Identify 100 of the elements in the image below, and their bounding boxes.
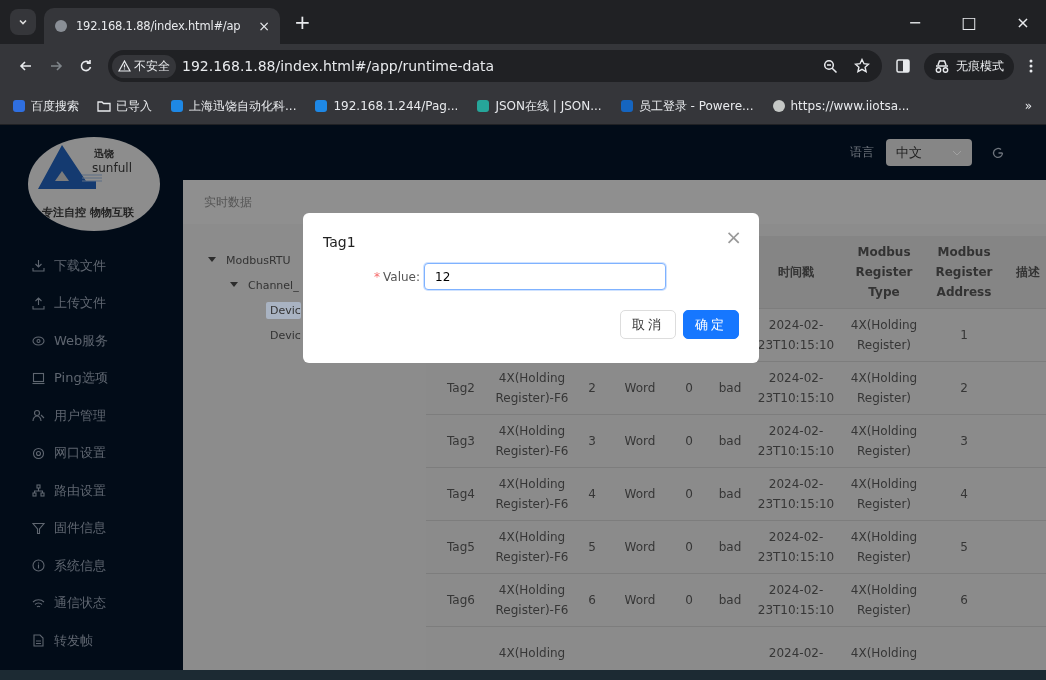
table-cell-text: 2	[587, 380, 597, 397]
table-cell-text: Word	[623, 592, 657, 609]
chevron-down-icon	[18, 17, 28, 27]
table-cell-text: 6	[959, 592, 969, 609]
tree-node[interactable]: ModbusRTU	[222, 251, 291, 269]
menu-item-icon	[32, 259, 45, 273]
table-cell-text: bad	[717, 592, 743, 609]
tree-node[interactable]: Devic	[266, 301, 301, 319]
bookmark-link[interactable]: https://www.iiotsa...	[771, 99, 910, 113]
sidebar-item[interactable]: 系统信息	[0, 547, 183, 585]
menu-item-icon	[32, 446, 45, 460]
bookmark-link[interactable]: 百度搜索	[12, 97, 79, 115]
close-tab-button[interactable]: ×	[258, 18, 270, 34]
cancel-button[interactable]: 取消	[620, 310, 676, 339]
table-cell-text: Tag6	[446, 592, 476, 609]
sidebar-item[interactable]: 固件信息	[0, 509, 183, 547]
tab-search-button[interactable]	[10, 9, 36, 35]
column-header[interactable]: 描述	[998, 262, 1046, 282]
window-control-button[interactable]: □	[946, 12, 992, 32]
bookmark-link[interactable]: 上海迅饶自动化科...	[170, 97, 297, 115]
chevron-down-icon	[952, 149, 962, 156]
bookmark-link[interactable]: JSON在线 | JSON...	[476, 97, 602, 115]
sidebar-item[interactable]: 网口设置	[0, 434, 183, 472]
table-cell-text: Word	[623, 486, 657, 503]
table-cell-text: 4X(Holding Register)-F6	[494, 423, 570, 460]
caret-down-icon[interactable]	[230, 282, 238, 288]
bookmark-link[interactable]: 员工登录 - Powere...	[619, 97, 754, 115]
refresh-icon[interactable]	[992, 146, 1004, 159]
confirm-button[interactable]: 确定	[683, 310, 739, 339]
bookmark-link[interactable]: 192.168.1.244/Pag...	[314, 99, 459, 113]
table-cell-text: 4X(Holding Register)	[849, 476, 919, 513]
reload-icon[interactable]	[78, 58, 94, 74]
sidebar-item[interactable]: Web服务	[0, 322, 183, 360]
more-bookmarks-button[interactable]: »	[1024, 99, 1032, 113]
value-input[interactable]: 12	[424, 263, 666, 290]
table-cell-text: 4X(Holding Register)	[849, 423, 919, 460]
field-label: Value:	[383, 269, 420, 284]
menu-item-icon	[32, 296, 45, 310]
sidebar-item[interactable]: 下载文件	[0, 247, 183, 285]
menu-item-icon	[32, 484, 45, 498]
table-cell-text: bad	[717, 539, 743, 556]
globe-icon	[54, 19, 68, 33]
globe-icon	[771, 99, 786, 113]
column-header[interactable]: Modbus Register Type	[838, 242, 930, 302]
sidebar-item[interactable]: 通信状态	[0, 584, 183, 622]
zoom-icon[interactable]	[823, 58, 838, 74]
sidebar-item[interactable]: 用户管理	[0, 397, 183, 435]
bookmark-link[interactable]: 已导入	[97, 97, 152, 115]
table-cell-text: Tag3	[446, 433, 476, 450]
table-cell-text: 5	[959, 539, 969, 556]
sidebar-item[interactable]: 上传文件	[0, 284, 183, 322]
logo-text: 迅饶	[94, 147, 114, 161]
address-bar[interactable]: 不安全 192.168.1.88/index.html#/app/runtime-data	[108, 50, 882, 82]
table-cell-text: 4X(Holding	[849, 645, 919, 662]
table-cell-text: 4X(Holding Register)	[849, 582, 919, 619]
table-cell-text: 2024-02-23T10:15:10	[756, 317, 836, 354]
browser-tab[interactable]: 192.168.1.88/index.html#/ap ×	[44, 8, 280, 44]
window-control-button[interactable]: −	[892, 12, 938, 32]
menu-item-icon	[32, 371, 45, 385]
table-cell-text: Tag5	[446, 539, 476, 556]
window-control-button[interactable]: ×	[1000, 12, 1046, 32]
sidebar-item[interactable]: Ping选项	[0, 359, 183, 397]
menu-item-icon	[32, 409, 45, 423]
tab-title: 192.168.1.88/index.html#/ap	[76, 19, 242, 33]
tree-node[interactable]: Channel_	[244, 276, 299, 294]
table-cell-text: 6	[587, 592, 597, 609]
table-cell-text: 4X(Holding Register)	[849, 370, 919, 407]
bookmark-site-icon	[12, 99, 26, 113]
table-cell-text: 5	[587, 539, 597, 556]
column-header[interactable]: Modbus Register Address	[932, 242, 996, 302]
table-cell-text: 4	[959, 486, 969, 503]
table-cell-text: 2024-02-	[767, 645, 825, 662]
table-cell-text: 0	[684, 539, 694, 556]
table-cell-text: 3	[959, 433, 969, 450]
language-label: 语言	[850, 144, 874, 161]
folder-icon	[97, 100, 111, 112]
table-cell-text: 4X(Holding Register)-F6	[494, 529, 570, 566]
table-cell-text: 2024-02-23T10:15:10	[756, 476, 836, 513]
table-cell-text: 0	[684, 433, 694, 450]
table-cell-text: 2024-02-23T10:15:10	[756, 529, 836, 566]
column-header[interactable]: 时间戳	[756, 262, 836, 282]
sidebar-item[interactable]: 转发帧	[0, 622, 183, 660]
side-panel-icon[interactable]	[896, 59, 910, 73]
star-icon[interactable]	[854, 58, 870, 74]
table-cell-text: Tag2	[446, 380, 476, 397]
table-cell-text: bad	[717, 433, 743, 450]
new-tab-button[interactable]: +	[288, 10, 317, 34]
table-cell-text: 0	[684, 486, 694, 503]
logo-slogan: 专注自控 物物互联	[42, 205, 134, 220]
security-chip[interactable]: 不安全	[112, 54, 176, 78]
menu-item-icon	[32, 596, 45, 610]
tree-node[interactable]: Devic	[266, 326, 301, 344]
caret-down-icon[interactable]	[208, 257, 216, 263]
sidebar-item[interactable]: 路由设置	[0, 472, 183, 510]
table-cell-text: 2024-02-23T10:15:10	[756, 370, 836, 407]
close-button[interactable]: ×	[725, 225, 742, 249]
menu-icon[interactable]	[1028, 58, 1034, 74]
required-mark: *	[374, 269, 380, 284]
incognito-button[interactable]: 无痕模式	[924, 52, 1014, 80]
language-select[interactable]: 中文	[886, 139, 972, 166]
